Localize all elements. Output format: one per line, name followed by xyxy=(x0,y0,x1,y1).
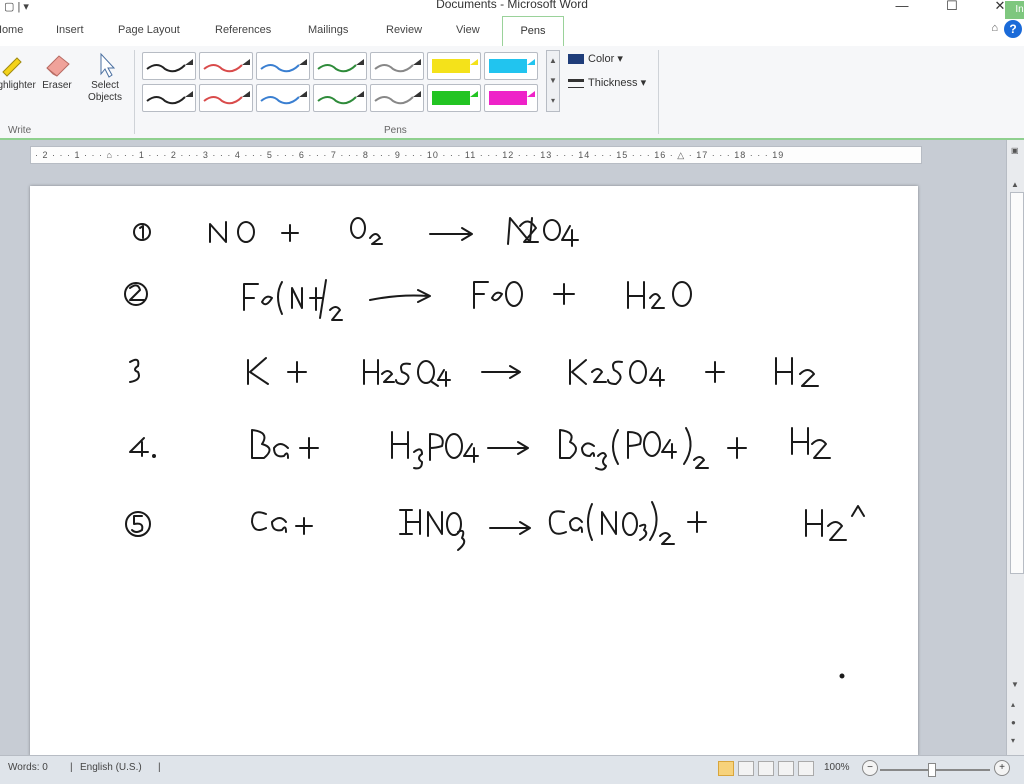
zoom-in-icon[interactable]: + xyxy=(994,760,1010,776)
zoom-out-icon[interactable]: − xyxy=(862,760,878,776)
tab-page-layout[interactable]: Page Layout xyxy=(118,24,180,36)
ribbon: Highlighter Eraser Select Objects Write … xyxy=(0,46,1024,140)
highlighter-icon xyxy=(0,50,25,78)
tab-mailings[interactable]: Mailings xyxy=(308,24,348,36)
group-divider xyxy=(658,50,659,134)
scroll-up-icon[interactable]: ▲ xyxy=(1011,180,1019,189)
thickness-button[interactable]: Thickness ▾ xyxy=(568,76,646,89)
maximize-button[interactable]: ☐ xyxy=(932,0,972,14)
equation-4-ink xyxy=(129,427,831,471)
select-objects-label: Select Objects xyxy=(88,80,122,103)
equation-3-ink xyxy=(129,357,819,387)
vertical-scrollbar[interactable]: ▣ ▲ ▼ ▴ ● ▾ xyxy=(1006,140,1024,755)
ink-tools-context-label: Ink Tools xyxy=(1005,1,1024,19)
pen-swatch[interactable] xyxy=(427,84,481,112)
ribbon-tabs: Home Insert Page Layout References Maili… xyxy=(0,1,1024,47)
pen-swatch[interactable] xyxy=(142,84,196,112)
help-icon[interactable]: ? xyxy=(1004,20,1022,38)
pen-swatch[interactable] xyxy=(199,84,253,112)
pen-color-icon xyxy=(568,54,584,65)
pen-swatch[interactable] xyxy=(370,84,424,112)
window-title: Documents - Microsoft Word xyxy=(436,0,588,11)
zoom-slider-handle[interactable] xyxy=(928,763,936,777)
tab-pens[interactable]: Ink Tools Pens xyxy=(502,1,1024,47)
tab-view[interactable]: View xyxy=(456,24,480,36)
highlighter-button[interactable]: Highlighter xyxy=(0,50,36,92)
pen-swatch[interactable] xyxy=(484,52,538,80)
document-page[interactable] xyxy=(30,186,918,756)
word-count[interactable]: Words: 0 xyxy=(8,762,48,773)
ruler-toggle-icon[interactable]: ▣ xyxy=(1011,146,1019,155)
tab-home[interactable]: Home xyxy=(0,24,23,36)
full-screen-reading-view-icon[interactable] xyxy=(738,761,754,776)
next-page-icon[interactable]: ▾ xyxy=(1011,736,1015,745)
previous-page-icon[interactable]: ▴ xyxy=(1011,700,1015,709)
tab-insert[interactable]: Insert xyxy=(56,24,84,36)
color-label: Color xyxy=(588,53,615,65)
tab-pens-label: Pens xyxy=(520,25,546,37)
pen-swatch[interactable] xyxy=(313,52,367,80)
pen-swatch[interactable] xyxy=(427,52,481,80)
color-button[interactable]: Color ▾ xyxy=(568,52,623,65)
pen-swatch[interactable] xyxy=(484,84,538,112)
eraser-button[interactable]: Eraser xyxy=(38,50,76,92)
thickness-icon xyxy=(568,78,584,88)
pens-gallery-scroll[interactable]: ▲ ▼ ▾ xyxy=(546,50,560,112)
status-divider: | xyxy=(158,762,161,773)
tab-references[interactable]: References xyxy=(215,24,271,36)
cursor-icon xyxy=(91,50,119,78)
equation-5-ink xyxy=(125,501,865,551)
write-group-label: Write xyxy=(8,125,32,136)
horizontal-ruler[interactable]: · 2 · · · 1 · · · ⌂ · · · 1 · · · 2 · · … xyxy=(30,146,922,164)
scrollbar-thumb[interactable] xyxy=(1010,192,1024,574)
tab-review[interactable]: Review xyxy=(386,24,422,36)
web-layout-view-icon[interactable] xyxy=(758,761,774,776)
ruler-marks: · 2 · · · 1 · · · ⌂ · · · 1 · · · 2 · · … xyxy=(35,150,785,160)
equation-2-ink xyxy=(124,279,692,321)
thickness-label: Thickness xyxy=(588,77,638,89)
eraser-icon xyxy=(43,50,71,78)
title-bar: ▢ | ▾ Documents - Microsoft Word — ☐ ✕ xyxy=(0,0,1024,16)
pens-group-label: Pens xyxy=(384,125,407,136)
minimize-button[interactable]: — xyxy=(882,0,922,14)
pen-swatch[interactable] xyxy=(142,52,196,80)
draft-view-icon[interactable] xyxy=(798,761,814,776)
pen-swatch[interactable] xyxy=(370,52,424,80)
ribbon-minimize-caret-icon[interactable]: ⌂ xyxy=(991,22,998,34)
group-divider xyxy=(134,50,135,134)
pen-swatch[interactable] xyxy=(256,52,310,80)
print-layout-view-icon[interactable] xyxy=(718,761,734,776)
status-bar: Words: 0 | English (U.S.) | 100% − + xyxy=(0,755,1024,784)
status-divider: | xyxy=(70,762,73,773)
outline-view-icon[interactable] xyxy=(778,761,794,776)
browse-object-icon[interactable]: ● xyxy=(1011,718,1016,727)
language-indicator[interactable]: English (U.S.) xyxy=(80,762,142,773)
ink-dot xyxy=(839,673,845,679)
equation-1-ink xyxy=(133,217,579,247)
pen-swatch[interactable] xyxy=(313,84,367,112)
pen-swatch[interactable] xyxy=(256,84,310,112)
zoom-level[interactable]: 100% xyxy=(824,762,850,773)
eraser-label: Eraser xyxy=(42,80,72,91)
highlighter-label: Highlighter xyxy=(0,80,36,91)
ink-handwriting xyxy=(124,217,865,679)
scroll-down-icon[interactable]: ▼ xyxy=(1011,680,1019,689)
select-objects-button[interactable]: Select Objects xyxy=(82,50,128,104)
pen-swatch[interactable] xyxy=(199,52,253,80)
